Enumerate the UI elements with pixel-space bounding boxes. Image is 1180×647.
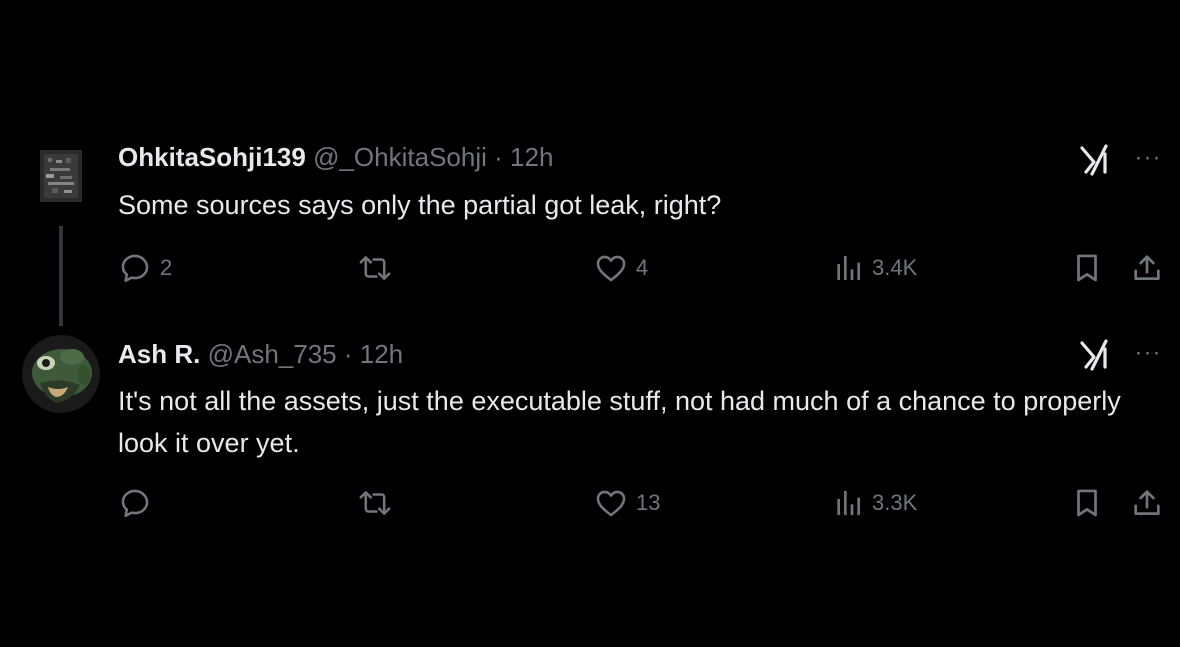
like-button[interactable]: 4 (594, 246, 648, 290)
share-upload-icon (1134, 490, 1160, 515)
retweet-button[interactable] (356, 246, 402, 290)
avatar[interactable] (22, 335, 100, 413)
grok-slash-icon[interactable] (1078, 142, 1114, 178)
user-handle[interactable]: @Ash_735 (208, 339, 337, 369)
header-separator: · (343, 339, 353, 369)
heart-icon (596, 255, 626, 282)
like-count: 13 (636, 490, 661, 515)
bar-chart-icon (837, 491, 860, 515)
tweet[interactable]: OhkitaSohji139 @_OhkitaSohji · 12h ··· S… (0, 130, 1180, 330)
avatar[interactable] (40, 150, 82, 202)
retweet-button[interactable] (356, 481, 402, 525)
bookmark-button[interactable] (1070, 481, 1104, 525)
timestamp[interactable]: 12h (360, 339, 403, 369)
views-button[interactable]: 3.3K (832, 481, 917, 525)
reply-button[interactable] (118, 481, 160, 525)
like-count: 4 (636, 255, 649, 280)
tweet-header: Ash R. @Ash_735 · 12h (118, 337, 403, 371)
tweet-actions: 2 4 3.4K (0, 246, 1180, 290)
grok-slash-icon[interactable] (1078, 337, 1114, 373)
ellipsis-icon[interactable]: ··· (1130, 339, 1166, 367)
retweet-arrows-icon (359, 491, 391, 515)
share-upload-icon (1134, 255, 1160, 280)
bookmark-icon (1077, 254, 1097, 282)
display-name[interactable]: Ash R. (118, 339, 200, 369)
display-name[interactable]: OhkitaSohji139 (118, 142, 306, 172)
ellipsis-icon[interactable]: ··· (1130, 144, 1166, 172)
retweet-arrows-icon (359, 256, 391, 280)
reply-button[interactable]: 2 (118, 246, 172, 290)
share-button[interactable] (1130, 481, 1164, 525)
views-count: 3.4K (872, 255, 918, 280)
tweet-text: It's not all the assets, just the execut… (118, 386, 1121, 458)
like-button[interactable]: 13 (594, 481, 660, 525)
pixel-art-avatar-icon (40, 150, 82, 202)
tweet[interactable]: Ash R. @Ash_735 · 12h ··· It's not all t… (0, 325, 1180, 535)
bookmark-button[interactable] (1070, 246, 1104, 290)
share-button[interactable] (1130, 246, 1164, 290)
views-count: 3.3K (872, 490, 918, 515)
bookmark-icon (1077, 489, 1097, 517)
reply-count: 2 (160, 255, 173, 280)
timestamp[interactable]: 12h (510, 142, 553, 172)
views-button[interactable]: 3.4K (832, 246, 917, 290)
tweet-actions: 13 3.3K (0, 481, 1180, 525)
tweet-header: OhkitaSohji139 @_OhkitaSohji · 12h (118, 140, 553, 174)
tweet-text: Some sources says only the partial got l… (118, 190, 722, 220)
speech-bubble-icon (121, 254, 149, 283)
header-separator: · (494, 142, 503, 172)
user-handle[interactable]: @_OhkitaSohji (313, 142, 487, 172)
green-creature-avatar-icon (22, 335, 100, 413)
bar-chart-icon (837, 256, 860, 280)
heart-icon (596, 490, 626, 517)
speech-bubble-icon (121, 489, 149, 518)
